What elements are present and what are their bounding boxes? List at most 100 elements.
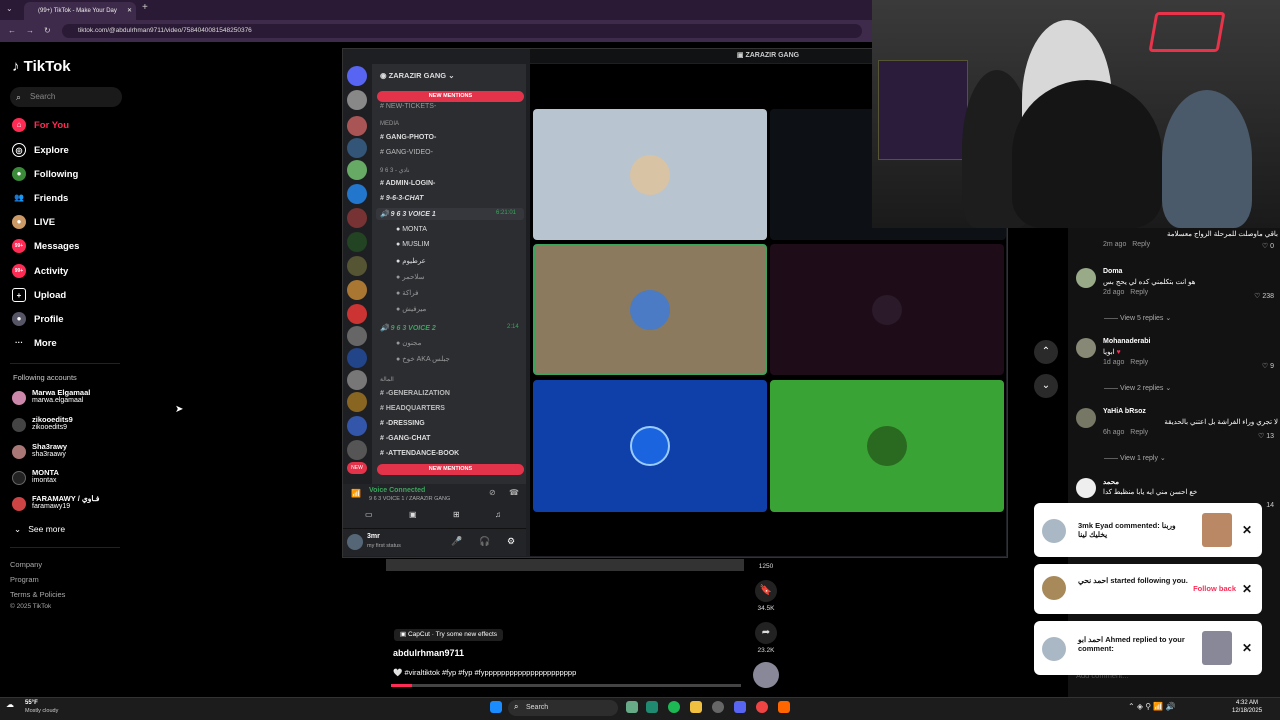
channel-item[interactable]: # 9-6-3-CHAT	[380, 195, 423, 202]
tab-menu-icon[interactable]: ⌄	[6, 4, 13, 13]
weather-icon[interactable]: ☁	[6, 700, 14, 709]
screen-share-icon[interactable]: ▣	[409, 510, 417, 519]
notification-toast[interactable]: احمد ابو Ahmed replied to your comment: …	[1034, 621, 1262, 675]
video-author[interactable]: abdulrhman9711	[393, 648, 464, 658]
reply-button[interactable]: Reply	[1130, 429, 1148, 436]
view-replies[interactable]: —— View 1 reply ⌄	[1104, 454, 1166, 462]
settings-gear-icon[interactable]: ⚙	[507, 536, 515, 547]
channel-item[interactable]: # NEW-TICKETS-	[380, 103, 436, 110]
voice-tile-speaking[interactable]	[533, 244, 767, 375]
avatar[interactable]	[1076, 478, 1096, 498]
server-icon[interactable]	[347, 208, 367, 228]
account-item[interactable]: Marwa Elgamaal marwa.elgamaal	[12, 388, 90, 405]
channel-item[interactable]: # -GANG-CHAT	[380, 435, 430, 442]
footer-company[interactable]: Company	[10, 560, 42, 569]
server-icon[interactable]	[347, 348, 367, 368]
voice-tile[interactable]	[533, 380, 767, 512]
voice-tile[interactable]	[533, 109, 767, 240]
new-tab-icon[interactable]: +	[142, 2, 148, 13]
back-icon[interactable]: ←	[8, 26, 16, 35]
close-icon[interactable]: ✕	[1242, 582, 1252, 596]
app-icon[interactable]	[778, 701, 790, 713]
voice-user[interactable]: ● فراكة	[396, 289, 418, 297]
effect-tag[interactable]: ▣ CapCut · Try some new effects	[394, 629, 504, 641]
server-icon[interactable]	[347, 304, 367, 324]
nav-live[interactable]: ● LIVE	[12, 215, 55, 229]
reload-icon[interactable]: ↻	[44, 26, 51, 35]
nav-profile[interactable]: ● Profile	[12, 312, 64, 326]
file-explorer-icon[interactable]	[690, 701, 702, 713]
windows-start-icon[interactable]	[490, 701, 502, 713]
voice-tile[interactable]	[770, 244, 1004, 375]
reply-button[interactable]: Reply	[1132, 241, 1150, 248]
footer-program[interactable]: Program	[10, 575, 39, 584]
voice-user[interactable]: ● MUSLIM	[396, 241, 429, 248]
server-icon[interactable]	[347, 160, 367, 180]
activities-icon[interactable]: ⊞	[453, 510, 460, 519]
channel-category[interactable]: MEDIA	[380, 121, 399, 127]
url-field[interactable]: tiktok.com/@abdulrhman9711/video/7584040…	[62, 24, 862, 38]
server-icon[interactable]	[347, 392, 367, 412]
account-item[interactable]: MONTA imontax	[12, 468, 59, 485]
nav-activity[interactable]: 99+ Activity	[12, 264, 68, 278]
server-icon[interactable]	[347, 326, 367, 346]
server-icon[interactable]	[347, 416, 367, 436]
nav-following[interactable]: ● Following	[12, 167, 78, 181]
voice-user[interactable]: ● MONTA	[396, 226, 427, 233]
see-more-button[interactable]: ⌄ See more	[14, 524, 65, 535]
new-mentions-banner[interactable]: NEW MENTIONS	[377, 464, 524, 475]
notification-toast[interactable]: احمد نحي started following you. Follow b…	[1034, 564, 1262, 614]
channel-category[interactable]: المالة	[380, 376, 394, 383]
share-icon[interactable]: ➦	[755, 622, 777, 644]
search-input[interactable]: ⌕ Search	[10, 87, 122, 107]
view-replies[interactable]: —— View 5 replies ⌄	[1104, 314, 1171, 322]
video-thumbnail[interactable]	[1202, 631, 1232, 665]
like-count[interactable]: ♡ 0	[1262, 242, 1274, 250]
previous-video-button[interactable]: ⌃	[1034, 340, 1058, 364]
notification-toast[interactable]: 3mk Eyad commented: وربنا يخليك لينا ✕	[1034, 503, 1262, 557]
server-icon[interactable]	[347, 138, 367, 158]
account-item[interactable]: Sha3rawy sha3raawy	[12, 442, 67, 459]
channel-item[interactable]: # ADMIN-LOGIN-	[380, 180, 435, 187]
headphones-icon[interactable]: 🎧	[479, 536, 490, 547]
voice-user[interactable]: ● عرطيوم	[396, 257, 426, 265]
like-count[interactable]: ♡ 238	[1254, 292, 1274, 300]
server-icon[interactable]	[347, 66, 367, 86]
server-icon[interactable]	[347, 232, 367, 252]
new-mentions-banner[interactable]: NEW MENTIONS	[377, 91, 524, 102]
channel-item[interactable]: # HEADQUARTERS	[380, 405, 445, 412]
account-item[interactable]: zikooedits9 zikooedits9	[12, 415, 73, 432]
video-thumbnail[interactable]	[1202, 513, 1232, 547]
nav-explore[interactable]: ◎ Explore	[12, 143, 69, 157]
channel-item[interactable]: # -GENERALIZATION	[380, 390, 450, 397]
server-icon[interactable]	[347, 116, 367, 136]
channel-category[interactable]: 9 6 3 - نادي	[380, 167, 410, 174]
nav-for-you[interactable]: ⌂ For You	[12, 118, 69, 132]
voice-channel-1[interactable]: 🔊 9 6 3 VOICE 1	[380, 210, 436, 218]
server-icon[interactable]	[347, 280, 367, 300]
music-disc-avatar[interactable]	[753, 662, 779, 688]
voice-user[interactable]: ● ميرفيش	[396, 305, 426, 313]
voice-user[interactable]: ● سلاحمر	[396, 273, 424, 281]
soundboard-icon[interactable]: ♫	[495, 510, 501, 519]
nav-friends[interactable]: 👥 Friends	[12, 191, 68, 205]
next-video-button[interactable]: ⌄	[1034, 374, 1058, 398]
server-icon[interactable]	[347, 440, 367, 460]
footer-terms[interactable]: Terms & Policies	[10, 590, 65, 599]
bookmark-icon[interactable]: 🔖	[755, 580, 777, 602]
avatar[interactable]	[347, 534, 363, 550]
voice-channel-2[interactable]: 🔊 9 6 3 VOICE 2	[380, 324, 436, 332]
view-replies[interactable]: —— View 2 replies ⌄	[1104, 384, 1171, 392]
tiktok-logo[interactable]: ♪ TikTok	[12, 58, 71, 75]
server-icon[interactable]	[347, 184, 367, 204]
tab-close-icon[interactable]: ✕	[127, 2, 132, 20]
voice-user[interactable]: ● مجنون	[396, 339, 421, 347]
channel-item[interactable]: # -DRESSING	[380, 420, 425, 427]
edge-icon[interactable]	[646, 701, 658, 713]
save-action[interactable]: 🔖 34.5K	[755, 580, 777, 612]
taskbar-search[interactable]: Search	[508, 700, 618, 716]
disconnect-icon[interactable]: ☎	[509, 488, 519, 497]
server-icon[interactable]	[347, 256, 367, 276]
avatar[interactable]	[1076, 268, 1096, 288]
channel-item[interactable]: # -ATTENDANCE-BOOK	[380, 450, 459, 457]
